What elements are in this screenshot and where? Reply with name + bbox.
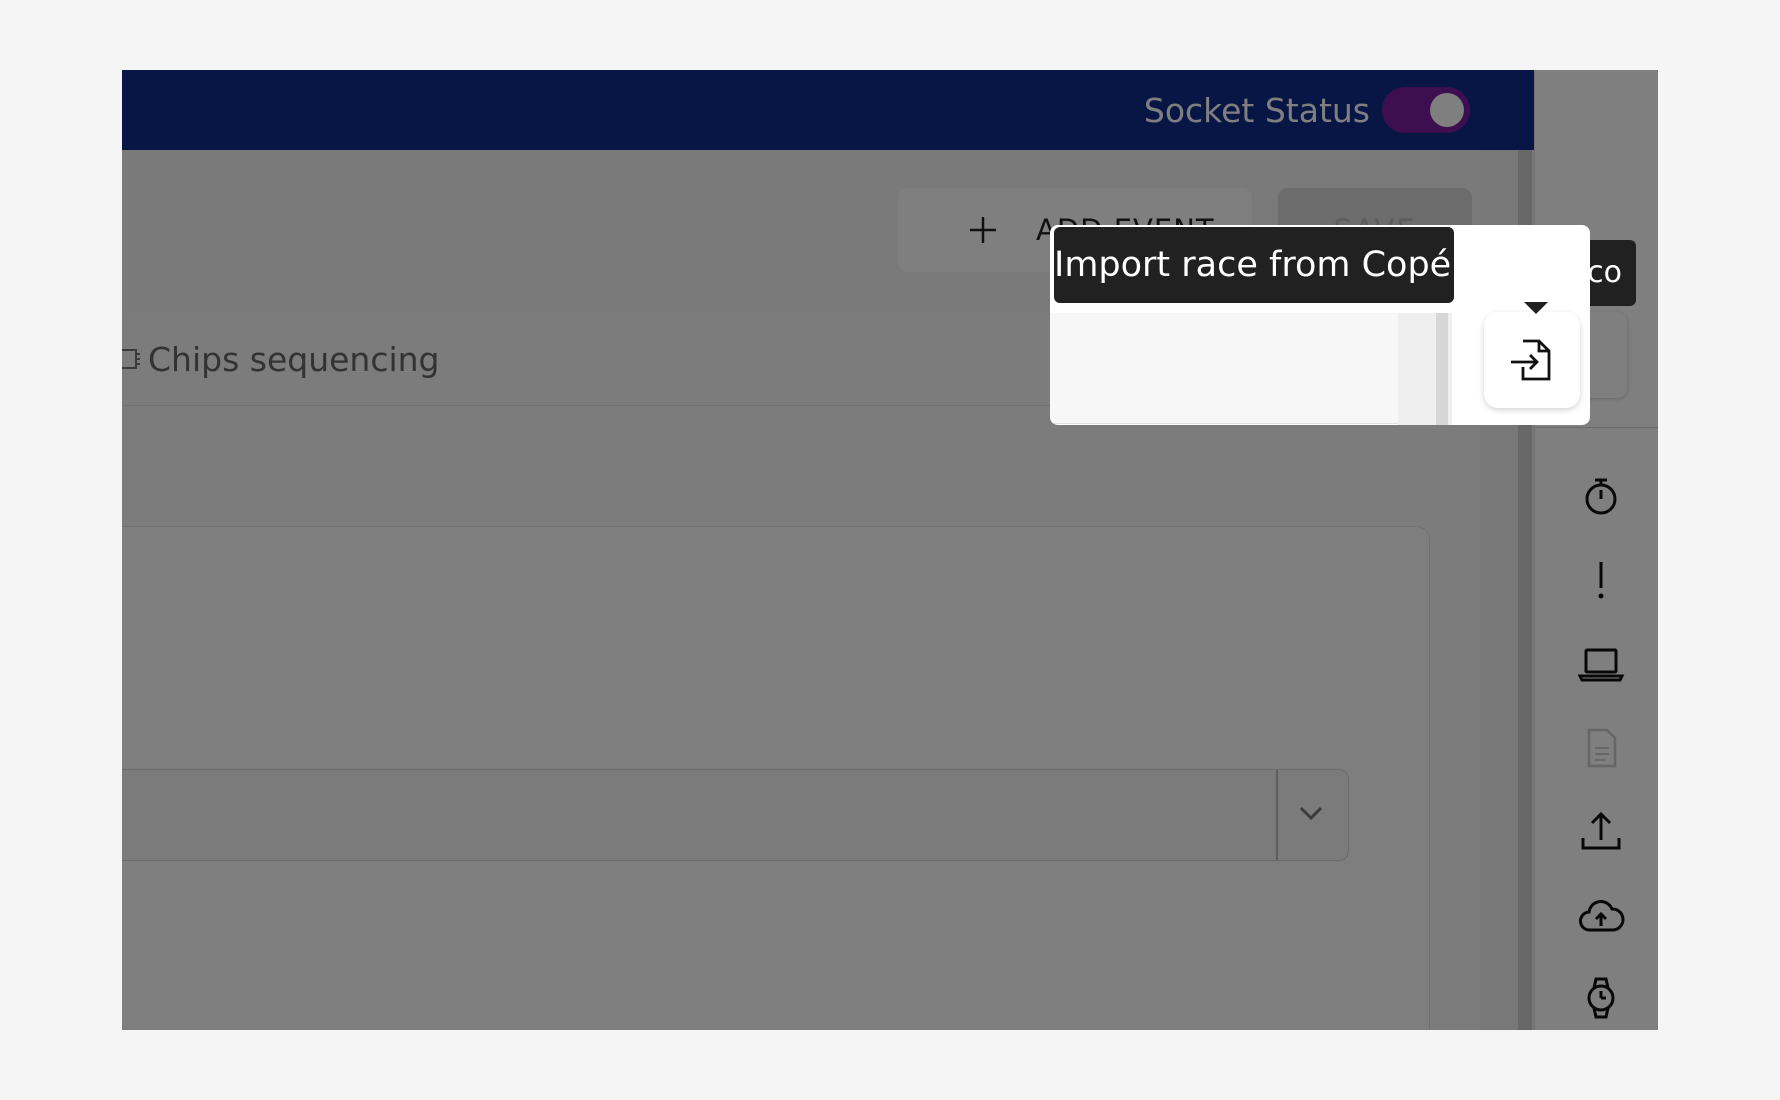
tooltip-body: Import race from Copérnico (1054, 227, 1454, 303)
import-race-button[interactable] (1484, 312, 1580, 408)
modal-overlay[interactable] (122, 70, 1658, 1030)
tooltip-arrow (1524, 302, 1548, 314)
highlight-scrollbar-thumb (1436, 313, 1448, 425)
tooltip: Import race from Copérnico (1054, 227, 1582, 314)
highlight-scrollbar (1398, 313, 1452, 425)
tooltip-shadow-text: co (1587, 255, 1622, 290)
highlight-field (1050, 313, 1398, 424)
tooltip-text: Import race from Copérnico (1054, 245, 1454, 285)
import-file-icon (1511, 339, 1551, 381)
app-window: Socket Status ADD EVENT SAVE Chips seque… (122, 70, 1658, 1030)
